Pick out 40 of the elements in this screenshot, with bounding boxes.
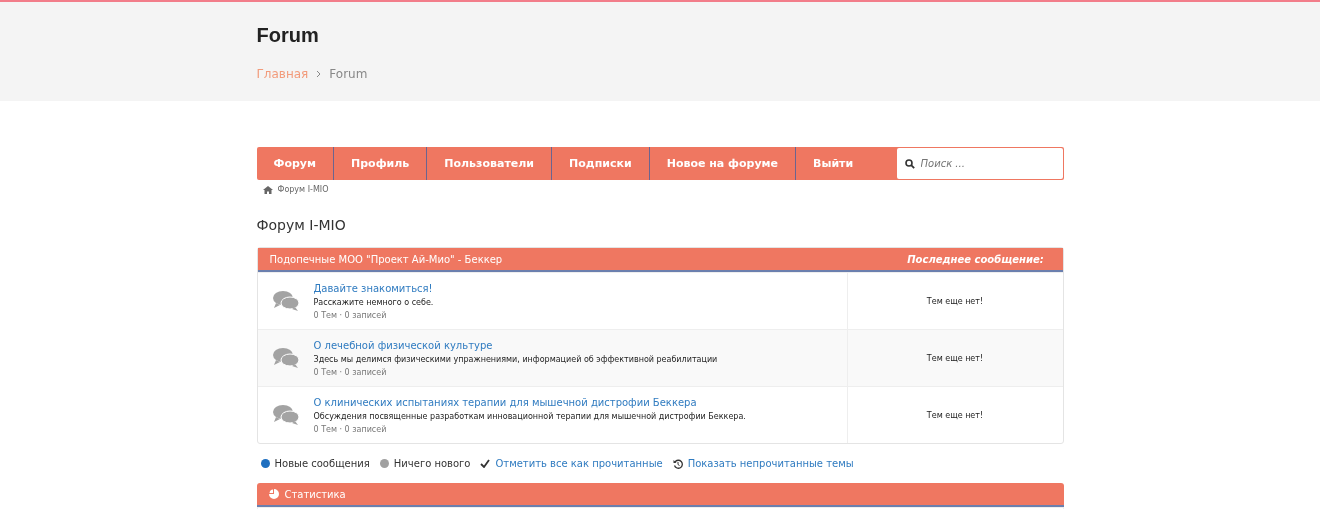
chat-bubbles-icon [271,404,300,426]
nav-link[interactable]: Профиль [334,147,428,180]
section-title: Форум I-MIO [256,217,347,233]
action-link[interactable]: Отметить все как прочитанные [495,458,663,469]
breadcrumb-current: Forum [329,67,368,81]
forum-description: Здесь мы делимся физическими упражнениями, информацией об эффективной реабилитации [313,354,718,364]
location-link[interactable]: Форум I-MIO [277,185,329,194]
legend-label: Новые сообщения [274,458,370,469]
nav-link[interactable]: Форум [256,147,334,180]
legend-label: Ничего нового [393,458,471,469]
forum-link[interactable]: О лечебной физической культуре [313,339,718,351]
category-title: Подопечные МОО "Проект Ай-Мио" - Беккер [269,253,503,265]
last-post-text: Тем еще нет! [926,296,984,306]
action-link[interactable]: Показать непрочитанные темы [687,458,854,469]
last-post-text: Тем еще нет! [926,353,984,363]
forum-description: Обсуждения посвященные разработкам инновационной терапии для мышечной дистрофии Беккера. [313,411,746,421]
forum-description: Расскажите немного о себе. [313,297,434,307]
column-heading: Последнее сообщение: [906,253,1045,265]
chat-bubbles-icon [271,290,300,312]
search-field[interactable]: Поиск ... [896,148,1063,179]
forum-stats: 0 Тем · 0 записей [313,367,388,377]
chevron-icon [316,70,322,78]
chat-bubbles-icon [271,347,300,369]
forum-stats: 0 Тем · 0 записей [313,310,388,320]
home-icon [262,185,273,194]
history-icon [672,458,683,469]
search-icon [904,159,915,169]
breadcrumb-link[interactable]: Главная [256,67,309,81]
nav-link[interactable]: Выйти [796,147,871,180]
nav-link[interactable]: Подписки [552,147,650,180]
forum-link[interactable]: О клинических испытаниях терапии для мышечной дистрофии Беккера [313,396,746,408]
statistics-title: Статистика [284,488,346,500]
forum-stats: 0 Тем · 0 записей [313,424,388,434]
check-icon [480,459,491,468]
last-post-text: Тем еще нет! [926,410,984,420]
pie-chart-icon [268,489,279,499]
nav-link[interactable]: Новое на форуме [649,147,797,180]
forum-link[interactable]: Давайте знакомиться! [313,282,434,294]
page-heading: Forum [256,24,320,47]
nav-link[interactable]: Пользователи [427,147,552,180]
